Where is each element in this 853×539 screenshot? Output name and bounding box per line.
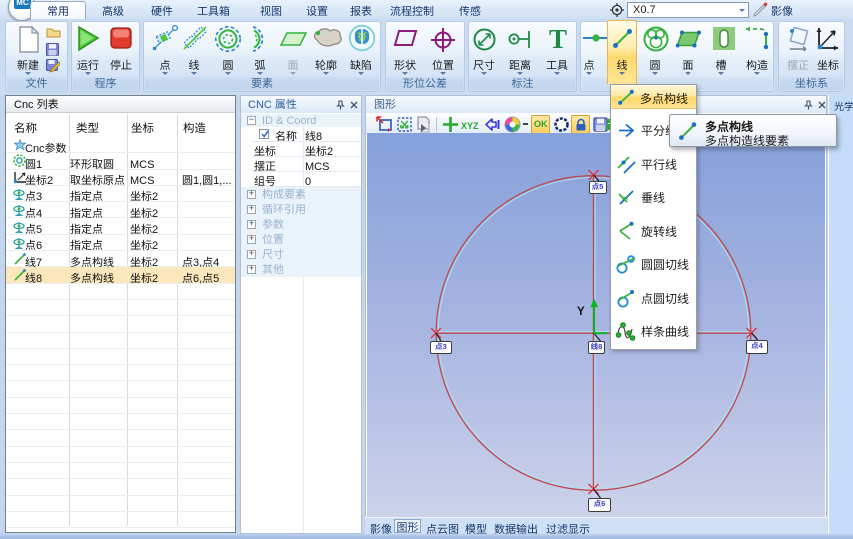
svg-text:Y: Y: [577, 306, 585, 318]
